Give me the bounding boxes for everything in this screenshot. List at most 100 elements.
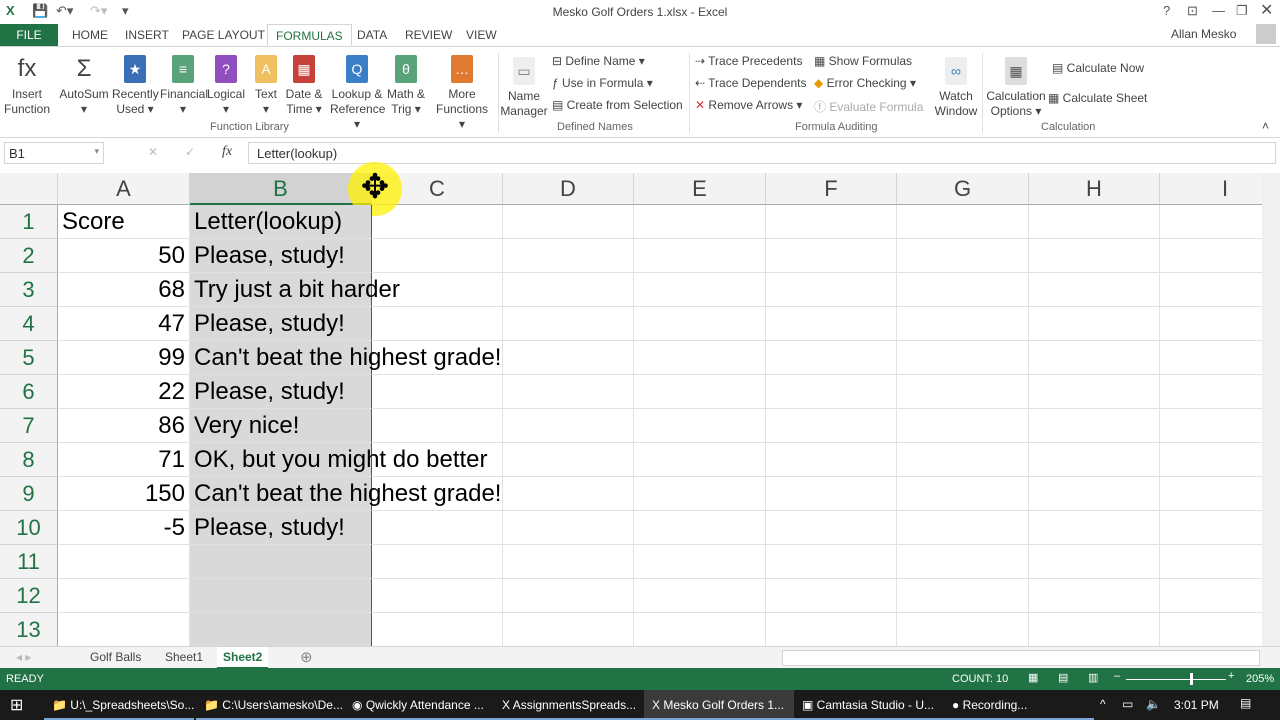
- cell-f5[interactable]: [766, 341, 897, 375]
- evaluate-formula-button[interactable]: ⓕ Evaluate Formula: [814, 98, 923, 115]
- cell-d3[interactable]: [503, 273, 634, 307]
- function-button-7[interactable]: Q Lookup & Reference ▾: [330, 55, 385, 132]
- cell-g6[interactable]: [897, 375, 1029, 409]
- cell-i7[interactable]: [1160, 409, 1262, 443]
- row-header[interactable]: 5: [0, 341, 58, 375]
- cell-g13[interactable]: [897, 613, 1029, 646]
- row-header[interactable]: 9: [0, 477, 58, 511]
- cell-g1[interactable]: [897, 205, 1029, 239]
- cell-d8[interactable]: [503, 443, 634, 477]
- cell-a2[interactable]: 50: [58, 239, 190, 273]
- row-header[interactable]: 10: [0, 511, 58, 545]
- error-checking-button[interactable]: ◆ Error Checking ▾: [814, 76, 916, 90]
- cell-e2[interactable]: [634, 239, 766, 273]
- cell-f10[interactable]: [766, 511, 897, 545]
- cell-i10[interactable]: [1160, 511, 1262, 545]
- cell-i3[interactable]: [1160, 273, 1262, 307]
- cell-h13[interactable]: [1029, 613, 1160, 646]
- column-header-f[interactable]: F: [766, 173, 897, 205]
- cell-i2[interactable]: [1160, 239, 1262, 273]
- cell-h12[interactable]: [1029, 579, 1160, 613]
- cell-e8[interactable]: [634, 443, 766, 477]
- vertical-scrollbar[interactable]: [1262, 173, 1280, 646]
- cell-b4[interactable]: Please, study!: [190, 307, 372, 341]
- taskbar-item[interactable]: X AssignmentsSpreads...: [494, 690, 644, 720]
- enter-icon[interactable]: ✓: [185, 145, 195, 159]
- tab-view[interactable]: VIEW: [458, 24, 505, 46]
- create-from-selection-button[interactable]: ▤ Create from Selection: [552, 98, 683, 112]
- cell-d11[interactable]: [503, 545, 634, 579]
- function-button-9[interactable]: … More Functions ▾: [432, 55, 492, 132]
- cell-c11[interactable]: [372, 545, 503, 579]
- cell-d9[interactable]: [503, 477, 634, 511]
- cell-d1[interactable]: [503, 205, 634, 239]
- row-header[interactable]: 11: [0, 545, 58, 579]
- function-button-8[interactable]: θ Math & Trig ▾: [386, 55, 426, 117]
- page-layout-view-icon[interactable]: ▤: [1058, 671, 1068, 684]
- cell-b13[interactable]: [190, 613, 372, 646]
- cell-i13[interactable]: [1160, 613, 1262, 646]
- function-button-2[interactable]: ★ Recently Used ▾: [112, 55, 159, 117]
- cell-e5[interactable]: [634, 341, 766, 375]
- cell-c6[interactable]: [372, 375, 503, 409]
- cell-f8[interactable]: [766, 443, 897, 477]
- zoom-level[interactable]: 205%: [1246, 673, 1274, 685]
- windows-start-icon[interactable]: ⊞: [10, 695, 23, 715]
- insert-function-icon[interactable]: fx: [222, 144, 232, 160]
- cell-b2[interactable]: Please, study!: [190, 239, 372, 273]
- cell-b1[interactable]: Letter(lookup): [190, 205, 372, 239]
- cell-h5[interactable]: [1029, 341, 1160, 375]
- taskbar-item[interactable]: X Mesko Golf Orders 1...: [644, 690, 794, 720]
- tab-home[interactable]: HOME: [64, 24, 116, 46]
- taskbar-item[interactable]: ◉ Qwickly Attendance ...: [344, 690, 494, 720]
- cell-c2[interactable]: [372, 239, 503, 273]
- cell-f1[interactable]: [766, 205, 897, 239]
- row-header[interactable]: 13: [0, 613, 58, 646]
- cell-a6[interactable]: 22: [58, 375, 190, 409]
- cell-h3[interactable]: [1029, 273, 1160, 307]
- cell-b3[interactable]: Try just a bit harder: [190, 273, 400, 307]
- cell-f9[interactable]: [766, 477, 897, 511]
- cell-f13[interactable]: [766, 613, 897, 646]
- cell-a11[interactable]: [58, 545, 190, 579]
- column-header-b[interactable]: B: [190, 173, 372, 205]
- cell-g11[interactable]: [897, 545, 1029, 579]
- collapse-ribbon-icon[interactable]: ˄: [1262, 119, 1269, 133]
- network-icon[interactable]: ▭: [1122, 697, 1133, 711]
- calculate-now-button[interactable]: ▤ Calculate Now: [1052, 61, 1144, 75]
- cell-g8[interactable]: [897, 443, 1029, 477]
- cell-h9[interactable]: [1029, 477, 1160, 511]
- name-manager-button[interactable]: ▭ Name Manager: [500, 57, 548, 119]
- cell-a1[interactable]: Score: [58, 205, 190, 239]
- select-all-corner[interactable]: [0, 173, 58, 205]
- cell-d7[interactable]: [503, 409, 634, 443]
- cell-b9[interactable]: Can't beat the highest grade!: [190, 477, 501, 511]
- tray-chevron-icon[interactable]: ^: [1100, 697, 1106, 711]
- cell-a3[interactable]: 68: [58, 273, 190, 307]
- cell-e4[interactable]: [634, 307, 766, 341]
- cell-f12[interactable]: [766, 579, 897, 613]
- normal-view-icon[interactable]: ▦: [1028, 671, 1038, 684]
- cell-e1[interactable]: [634, 205, 766, 239]
- tab-formulas[interactable]: FORMULAS: [267, 24, 352, 46]
- page-break-view-icon[interactable]: ▥: [1088, 671, 1098, 684]
- cell-d5[interactable]: [503, 341, 634, 375]
- cell-d13[interactable]: [503, 613, 634, 646]
- cell-i6[interactable]: [1160, 375, 1262, 409]
- taskbar-item[interactable]: 📁 U:\_Spreadsheets\So...: [44, 690, 194, 720]
- cell-b5[interactable]: Can't beat the highest grade!: [190, 341, 501, 375]
- tab-data[interactable]: DATA: [349, 24, 395, 46]
- cell-e9[interactable]: [634, 477, 766, 511]
- function-button-5[interactable]: A Text ▾: [252, 55, 280, 117]
- column-header-a[interactable]: A: [58, 173, 190, 205]
- clock[interactable]: 3:01 PM: [1174, 698, 1219, 712]
- cell-i8[interactable]: [1160, 443, 1262, 477]
- cell-i11[interactable]: [1160, 545, 1262, 579]
- define-name-button[interactable]: ⊟ Define Name ▾: [552, 54, 645, 68]
- sheet-tab-sheet1[interactable]: Sheet1: [159, 647, 209, 669]
- row-header[interactable]: 6: [0, 375, 58, 409]
- cell-c10[interactable]: [372, 511, 503, 545]
- trace-precedents-button[interactable]: ⇢ Trace Precedents: [695, 54, 802, 68]
- cell-a10[interactable]: -5: [58, 511, 190, 545]
- function-button-1[interactable]: Σ AutoSum ▾: [58, 55, 110, 117]
